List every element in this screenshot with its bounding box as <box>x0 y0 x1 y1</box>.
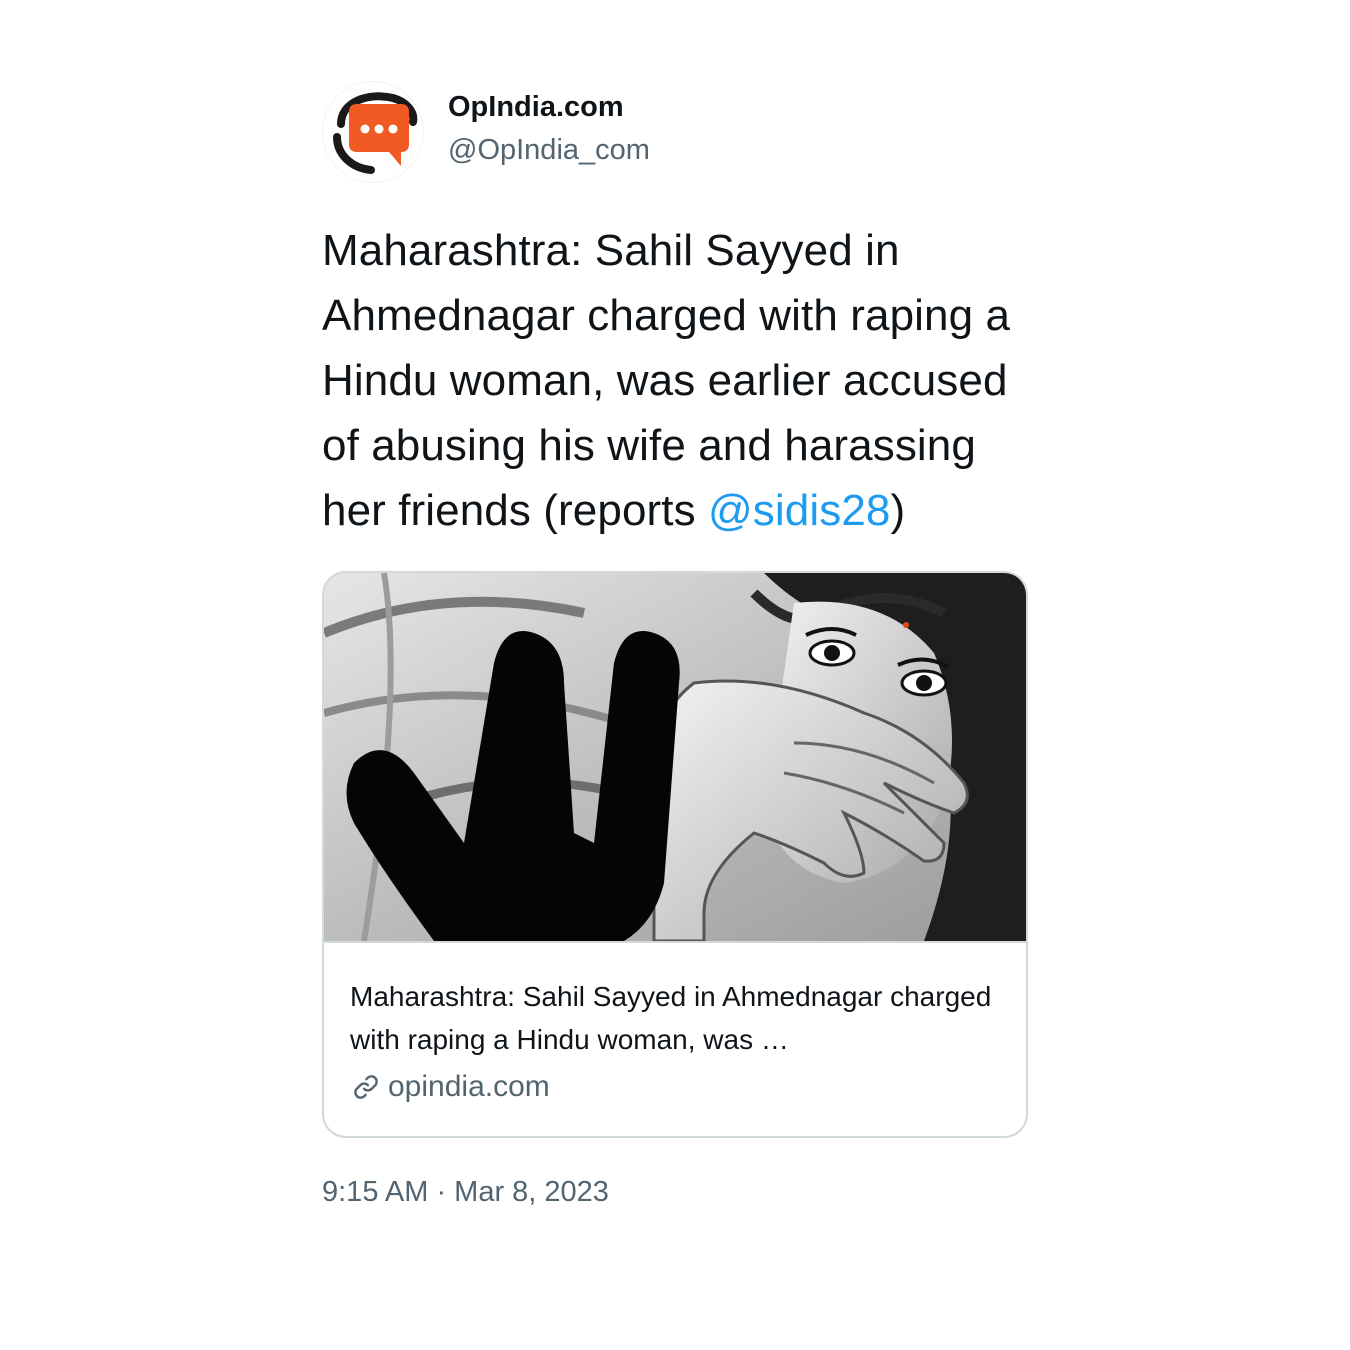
card-title[interactable]: Maharashtra: Sahil Sayyed in Ahmednagar … <box>350 975 1000 1061</box>
timestamp[interactable]: 9:15 AM · Mar 8, 2023 <box>322 1172 1028 1212</box>
tweet-header: OpIndia.com @OpIndia_com <box>322 80 1028 184</box>
mention-link[interactable]: @sidis28 <box>708 486 890 535</box>
link-card[interactable]: Maharashtra: Sahil Sayyed in Ahmednagar … <box>322 571 1028 1138</box>
link-icon <box>354 1075 378 1099</box>
tweet-text-body: Maharashtra: Sahil Sayyed in Ahmednagar … <box>322 226 1011 535</box>
tweet-text-tail: ) <box>890 486 906 535</box>
user-handle[interactable]: @OpIndia_com <box>448 131 650 169</box>
avatar[interactable] <box>322 81 424 183</box>
card-domain-text: opindia.com <box>388 1070 550 1103</box>
tweet-text: Maharashtra: Sahil Sayyed in Ahmednagar … <box>322 218 1028 543</box>
card-image[interactable] <box>324 573 1026 943</box>
display-name[interactable]: OpIndia.com <box>448 88 650 126</box>
tweet: OpIndia.com @OpIndia_com Maharashtra: Sa… <box>322 80 1028 1212</box>
card-domain[interactable]: opindia.com <box>350 1067 1000 1107</box>
card-body: Maharashtra: Sahil Sayyed in Ahmednagar … <box>324 943 1026 1107</box>
opindia-logo-icon <box>323 82 423 182</box>
author-names: OpIndia.com @OpIndia_com <box>448 91 650 169</box>
